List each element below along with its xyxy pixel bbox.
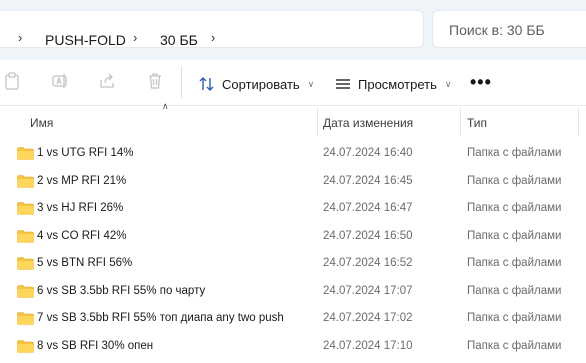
file-name[interactable]: 1 vs UTG RFI 14% [37, 147, 134, 159]
sort-icon [199, 77, 214, 91]
folder-icon [17, 229, 34, 243]
file-date: 24.07.2024 16:50 [323, 229, 413, 242]
list-item[interactable]: 4 vs CO RFI 42% 24.07.2024 16:50 Папка с ф… [0, 223, 586, 251]
list-item[interactable]: 1 vs UTG RFI 14% 24.07.2024 16:40 Папка с … [0, 140, 586, 168]
file-name[interactable]: 4 vs CO RFI 42% [37, 230, 126, 242]
chevron-down-icon: ∨ [307, 78, 315, 89]
chevron-right-icon[interactable]: › [18, 30, 22, 45]
file-list: 1 vs UTG RFI 14% 24.07.2024 16:40 Папка с … [0, 140, 586, 360]
file-date: 24.07.2024 17:02 [323, 312, 413, 324]
list-item[interactable]: 5 vs BTN RFI 56% 24.07.2024 16:52 Папка с … [0, 250, 586, 278]
file-date: 24.07.2024 16:45 [323, 174, 413, 187]
column-header-name[interactable]: Имя [30, 116, 53, 130]
folder-icon [17, 257, 34, 270]
folder-icon [17, 202, 34, 215]
file-date: 24.07.2024 16:52 [323, 257, 413, 269]
file-date: 24.07.2024 16:47 [323, 202, 413, 214]
list-item[interactable]: 8 vs SB RFI 30% опен 24.07.2024 17:10 Папк… [0, 333, 586, 361]
chevron-right-icon[interactable]: › [133, 30, 137, 45]
command-bar: Сортировать ∨ Просмотреть ∨ ••• [0, 60, 586, 106]
rename-icon[interactable] [50, 71, 70, 91]
file-name[interactable]: 8 vs SB RFI 30% опен [37, 340, 153, 352]
share-icon[interactable] [97, 71, 117, 91]
list-item[interactable]: 6 vs SB 3.5bb RFI 55% по чарту 24.07.2024… [0, 278, 586, 306]
file-date: 24.07.2024 17:10 [323, 339, 413, 352]
file-type: Папка с файлами [467, 202, 562, 214]
delete-icon[interactable] [145, 71, 165, 91]
view-icon [336, 79, 350, 89]
column-divider[interactable] [317, 108, 318, 136]
file-type: Папка с файлами [467, 284, 562, 297]
file-name[interactable]: 3 vs HJ RFI 26% [37, 202, 123, 214]
folder-icon [17, 174, 34, 188]
search-placeholder: Поиск в: 30 ББ [449, 22, 545, 38]
address-row: › PUSH-FOLD › 30 ББ › Поиск в: 30 ББ [0, 0, 586, 60]
file-date: 24.07.2024 17:07 [323, 284, 413, 297]
toolbar-divider [181, 66, 182, 98]
chevron-right-icon[interactable]: › [211, 30, 215, 45]
breadcrumb-item-push-fold[interactable]: PUSH-FOLD [45, 32, 126, 48]
search-input[interactable]: Поиск в: 30 ББ [432, 10, 586, 48]
view-label: Просмотреть [358, 76, 437, 92]
column-headers [0, 106, 586, 138]
file-type: Папка с файлами [467, 147, 562, 159]
column-divider[interactable] [460, 108, 461, 136]
file-name[interactable]: 7 vs SB 3.5bb RFI 55% топ диапа any two … [37, 312, 284, 324]
column-header-date[interactable]: Дата изменения [323, 116, 413, 130]
column-header-type[interactable]: Тип [467, 116, 487, 130]
view-button[interactable]: Просмотреть ∨ [334, 73, 452, 95]
file-type: Папка с файлами [467, 229, 562, 242]
folder-icon [17, 312, 34, 325]
file-type: Папка с файлами [467, 339, 562, 352]
sort-button[interactable]: Сортировать ∨ [198, 73, 314, 95]
file-name[interactable]: 5 vs BTN RFI 56% [37, 257, 132, 269]
breadcrumb-item-30bb[interactable]: 30 ББ [160, 32, 198, 48]
folder-icon [17, 284, 34, 298]
chevron-down-icon: ∨ [444, 78, 452, 89]
list-item[interactable]: 7 vs SB 3.5bb RFI 55% топ диапа any two … [0, 305, 586, 333]
file-type: Папка с файлами [467, 312, 562, 324]
sort-label: Сортировать [222, 76, 300, 92]
folder-icon [17, 147, 34, 160]
paste-icon[interactable] [2, 71, 22, 91]
list-item[interactable]: 2 vs MP RFI 21% 24.07.2024 16:45 Папка с ф… [0, 168, 586, 196]
file-name[interactable]: 6 vs SB 3.5bb RFI 55% по чарту [37, 285, 205, 297]
address-bar[interactable]: › PUSH-FOLD › 30 ББ › [0, 10, 424, 48]
more-options-button[interactable]: ••• [470, 72, 492, 93]
column-divider[interactable] [578, 108, 579, 136]
folder-icon [17, 339, 34, 353]
file-date: 24.07.2024 16:40 [323, 147, 413, 159]
sort-caret-icon: ∧ [162, 101, 169, 111]
file-name[interactable]: 2 vs MP RFI 21% [37, 175, 126, 187]
list-item[interactable]: 3 vs HJ RFI 26% 24.07.2024 16:47 Папка с ф… [0, 195, 586, 223]
file-type: Папка с файлами [467, 257, 562, 269]
file-type: Папка с файлами [467, 174, 562, 187]
